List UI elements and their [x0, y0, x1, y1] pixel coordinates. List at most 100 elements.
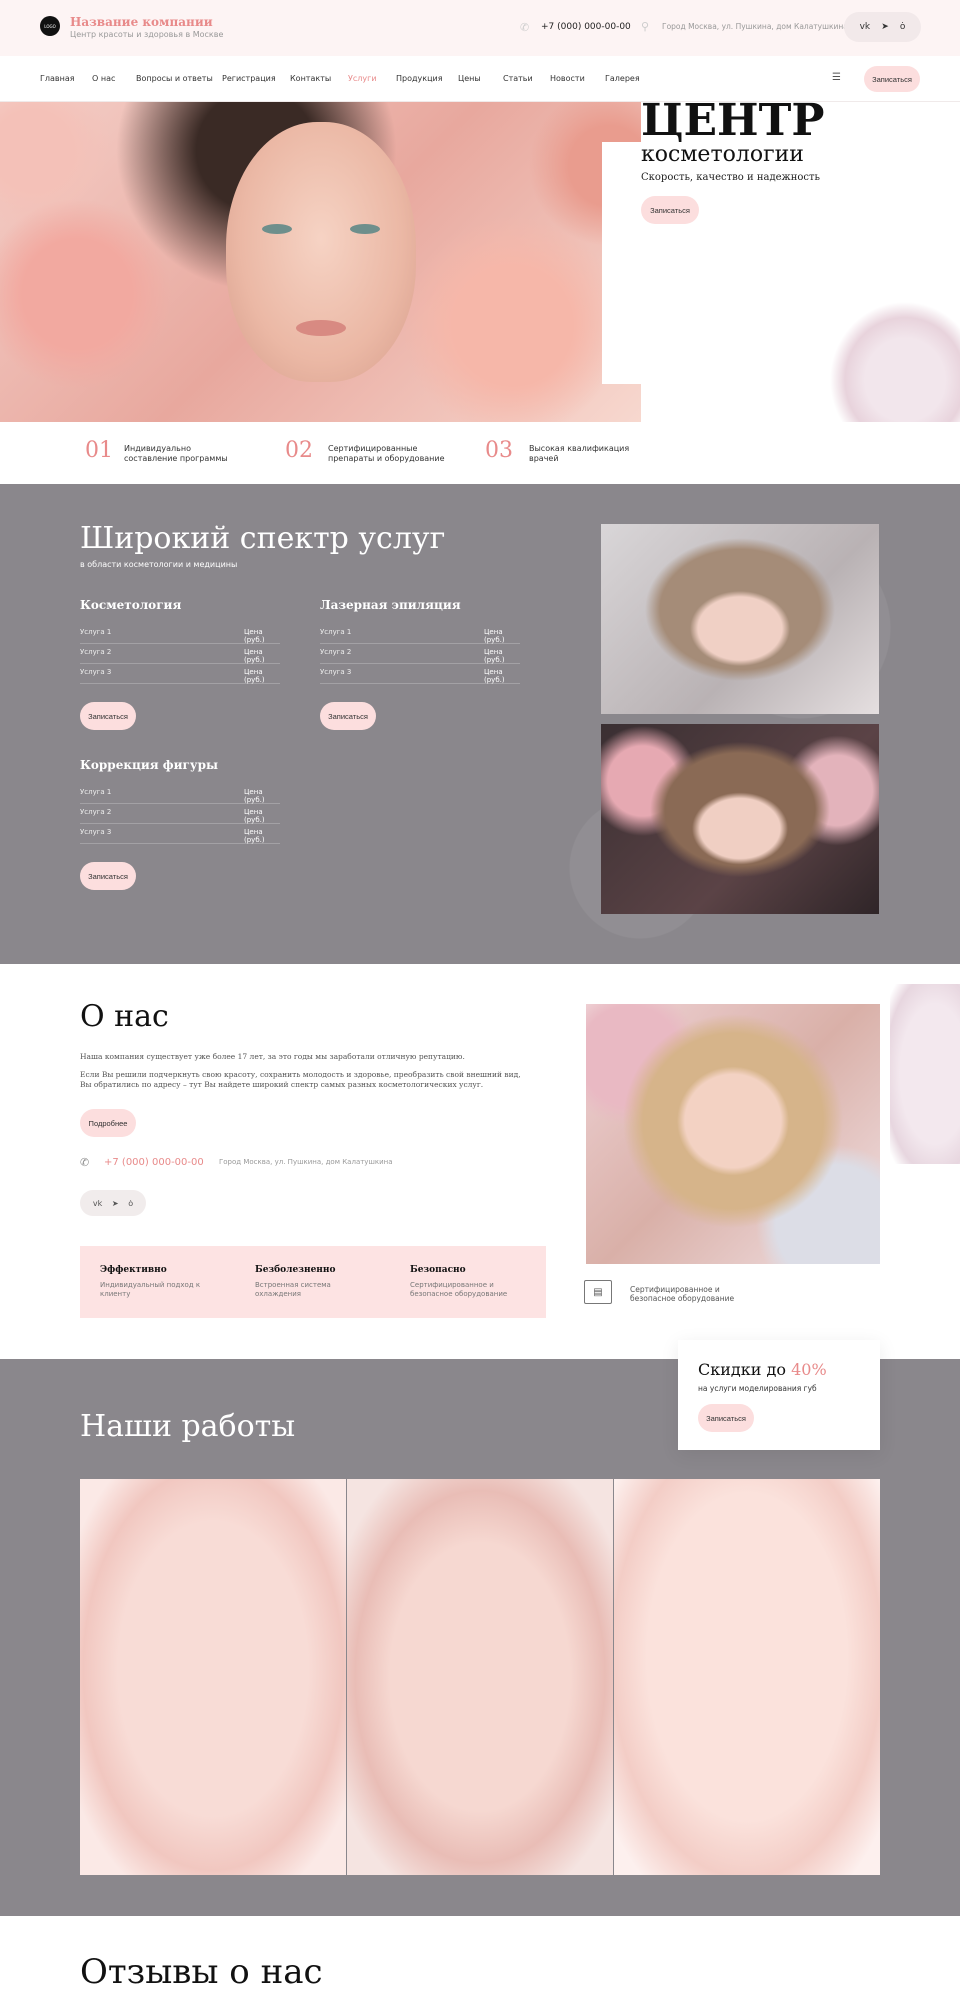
- nav-item-contacts[interactable]: Контакты: [290, 74, 331, 83]
- discount-subtitle: на услуги моделирования губ: [698, 1384, 817, 1393]
- service-price: Цена (руб.): [244, 788, 265, 804]
- vk-icon[interactable]: vk: [860, 22, 871, 32]
- service-row[interactable]: Услуга 1 Цена (руб.): [320, 624, 520, 644]
- header-address: Город Москва, ул. Пушкина, дом Калатушки…: [662, 22, 848, 31]
- telegram-icon[interactable]: ➤: [881, 22, 889, 32]
- menu-icon[interactable]: ☰: [832, 72, 841, 83]
- about-social-links: vk ➤ ȯ: [80, 1190, 146, 1216]
- discount-card: Скидки до 40% на услуги моделирования гу…: [678, 1340, 880, 1450]
- decorative-flower: [830, 302, 960, 422]
- benefit-text: Встроенная система охлаждения: [255, 1281, 331, 1298]
- benefits-box: Эффективно Индивидуальный подход к клиен…: [80, 1246, 546, 1318]
- certificate-text: Сертифицированное и безопасное оборудова…: [630, 1285, 735, 1304]
- nav-item-about[interactable]: О нас: [92, 74, 115, 83]
- header-signup-button[interactable]: Записаться: [864, 66, 920, 92]
- nav-item-services[interactable]: Услуги: [348, 74, 377, 83]
- service-row[interactable]: Услуга 1 Цена (руб.): [80, 784, 280, 804]
- service-row[interactable]: Услуга 3 Цена (руб.): [320, 664, 520, 684]
- benefit-title: Безболезненно: [255, 1265, 336, 1275]
- feature-number: 02: [285, 438, 313, 463]
- feature-text: Сертифицированные препараты и оборудован…: [328, 444, 445, 463]
- work-photo-1[interactable]: [80, 1479, 346, 1875]
- odnoklassniki-icon[interactable]: ȯ: [128, 1199, 133, 1208]
- hero-subtitle: Скорость, качество и надежность: [641, 172, 820, 183]
- telegram-icon[interactable]: ➤: [112, 1199, 119, 1208]
- service-row[interactable]: Услуга 3 Цена (руб.): [80, 824, 280, 844]
- nav-item-faq[interactable]: Вопросы и ответы: [136, 74, 213, 83]
- nav-item-news[interactable]: Новости: [550, 74, 585, 83]
- service-row[interactable]: Услуга 3 Цена (руб.): [80, 664, 280, 684]
- benefit-text: Сертифицированное и безопасное оборудова…: [410, 1281, 508, 1298]
- company-tagline: Центр красоты и здоровья в Москве: [70, 30, 224, 39]
- services-subtitle: в области косметологии и медицины: [80, 560, 238, 569]
- service-price: Цена (руб.): [484, 648, 505, 664]
- feature-text: Высокая квалификация врачей: [529, 444, 630, 463]
- service-row[interactable]: Услуга 2 Цена (руб.): [80, 804, 280, 824]
- decorative-flower: [890, 984, 960, 1164]
- service-price: Цена (руб.): [484, 668, 505, 684]
- hero-image: [0, 102, 641, 422]
- lips-shape: [296, 320, 346, 336]
- nav-item-gallery[interactable]: Галерея: [605, 74, 640, 83]
- discount-percent: 40%: [791, 1360, 827, 1379]
- service-price: Цена (руб.): [244, 668, 265, 684]
- reviews-title: Отзывы о нас: [80, 1952, 323, 1992]
- feature-text: Индивидуально составление программы: [124, 444, 228, 463]
- service-price: Цена (руб.): [484, 628, 505, 644]
- benefit-title: Безопасно: [410, 1265, 466, 1275]
- benefit-text: Индивидуальный подход к клиенту: [100, 1281, 201, 1298]
- company-name: Название компании: [70, 15, 213, 29]
- service-name: Услуга 3: [320, 668, 352, 676]
- service-row[interactable]: Услуга 1 Цена (руб.): [80, 624, 280, 644]
- about-paragraph-2: Если Вы решили подчеркнуть свою красоту,…: [80, 1070, 521, 1090]
- nav-item-products[interactable]: Продукция: [396, 74, 443, 83]
- certificate-icon: ▤: [584, 1280, 612, 1304]
- phone-icon: ✆: [80, 1156, 90, 1169]
- service-price: Цена (руб.): [244, 828, 265, 844]
- about-section: О нас Наша компания существует уже более…: [0, 964, 960, 1359]
- discount-signup-button[interactable]: Записаться: [698, 1404, 754, 1432]
- service-name: Услуга 1: [320, 628, 352, 636]
- services-title: Широкий спектр услуг: [80, 521, 446, 556]
- hero-face-illustration: [226, 122, 416, 382]
- service-name: Услуга 2: [80, 648, 112, 656]
- service-name: Услуга 2: [80, 808, 112, 816]
- feature-number: 03: [485, 438, 513, 463]
- about-phone-link[interactable]: +7 (000) 000-00-00: [104, 1157, 204, 1168]
- nav-item-home[interactable]: Главная: [40, 74, 75, 83]
- nav-item-articles[interactable]: Статьи: [503, 74, 533, 83]
- service-price: Цена (руб.): [244, 648, 265, 664]
- hero-title: ЦЕНТР: [641, 95, 825, 146]
- odnoklassniki-icon[interactable]: ȯ: [900, 22, 906, 32]
- cosmetology-signup-button[interactable]: Записаться: [80, 702, 136, 730]
- laser-signup-button[interactable]: Записаться: [320, 702, 376, 730]
- service-name: Услуга 3: [80, 668, 112, 676]
- feature-number: 01: [85, 438, 113, 463]
- eye-shape: [350, 224, 380, 234]
- work-photo-3[interactable]: [614, 1479, 880, 1875]
- hero-section: [0, 102, 960, 422]
- service-name: Услуга 1: [80, 788, 112, 796]
- service-category-title: Коррекция фигуры: [80, 758, 218, 772]
- company-logo[interactable]: LOGO: [40, 16, 60, 36]
- discount-title: Скидки до 40%: [698, 1360, 827, 1379]
- vk-icon[interactable]: vk: [93, 1199, 102, 1208]
- services-section: Широкий спектр услуг в области косметоло…: [0, 484, 960, 964]
- features-row: 01 Индивидуально составление программы 0…: [0, 422, 960, 484]
- header-phone-link[interactable]: +7 (000) 000-00-00: [541, 22, 631, 32]
- about-more-button[interactable]: Подробнее: [80, 1109, 136, 1137]
- nav-item-prices[interactable]: Цены: [458, 74, 481, 83]
- hero-signup-button[interactable]: Записаться: [641, 196, 699, 224]
- service-row[interactable]: Услуга 2 Цена (руб.): [80, 644, 280, 664]
- about-address: Город Москва, ул. Пушкина, дом Калатушки…: [219, 1158, 393, 1166]
- benefit-title: Эффективно: [100, 1265, 167, 1275]
- service-row[interactable]: Услуга 2 Цена (руб.): [320, 644, 520, 664]
- eye-shape: [262, 224, 292, 234]
- work-photo-2[interactable]: [347, 1479, 613, 1875]
- location-pin-icon: ⚲: [641, 20, 650, 33]
- nav-item-registration[interactable]: Регистрация: [222, 74, 276, 83]
- hero-title-line2: косметологии: [641, 142, 804, 167]
- top-header: LOGO Название компании Центр красоты и з…: [0, 0, 960, 56]
- about-paragraph-1: Наша компания существует уже более 17 ле…: [80, 1052, 465, 1061]
- body-correction-signup-button[interactable]: Записаться: [80, 862, 136, 890]
